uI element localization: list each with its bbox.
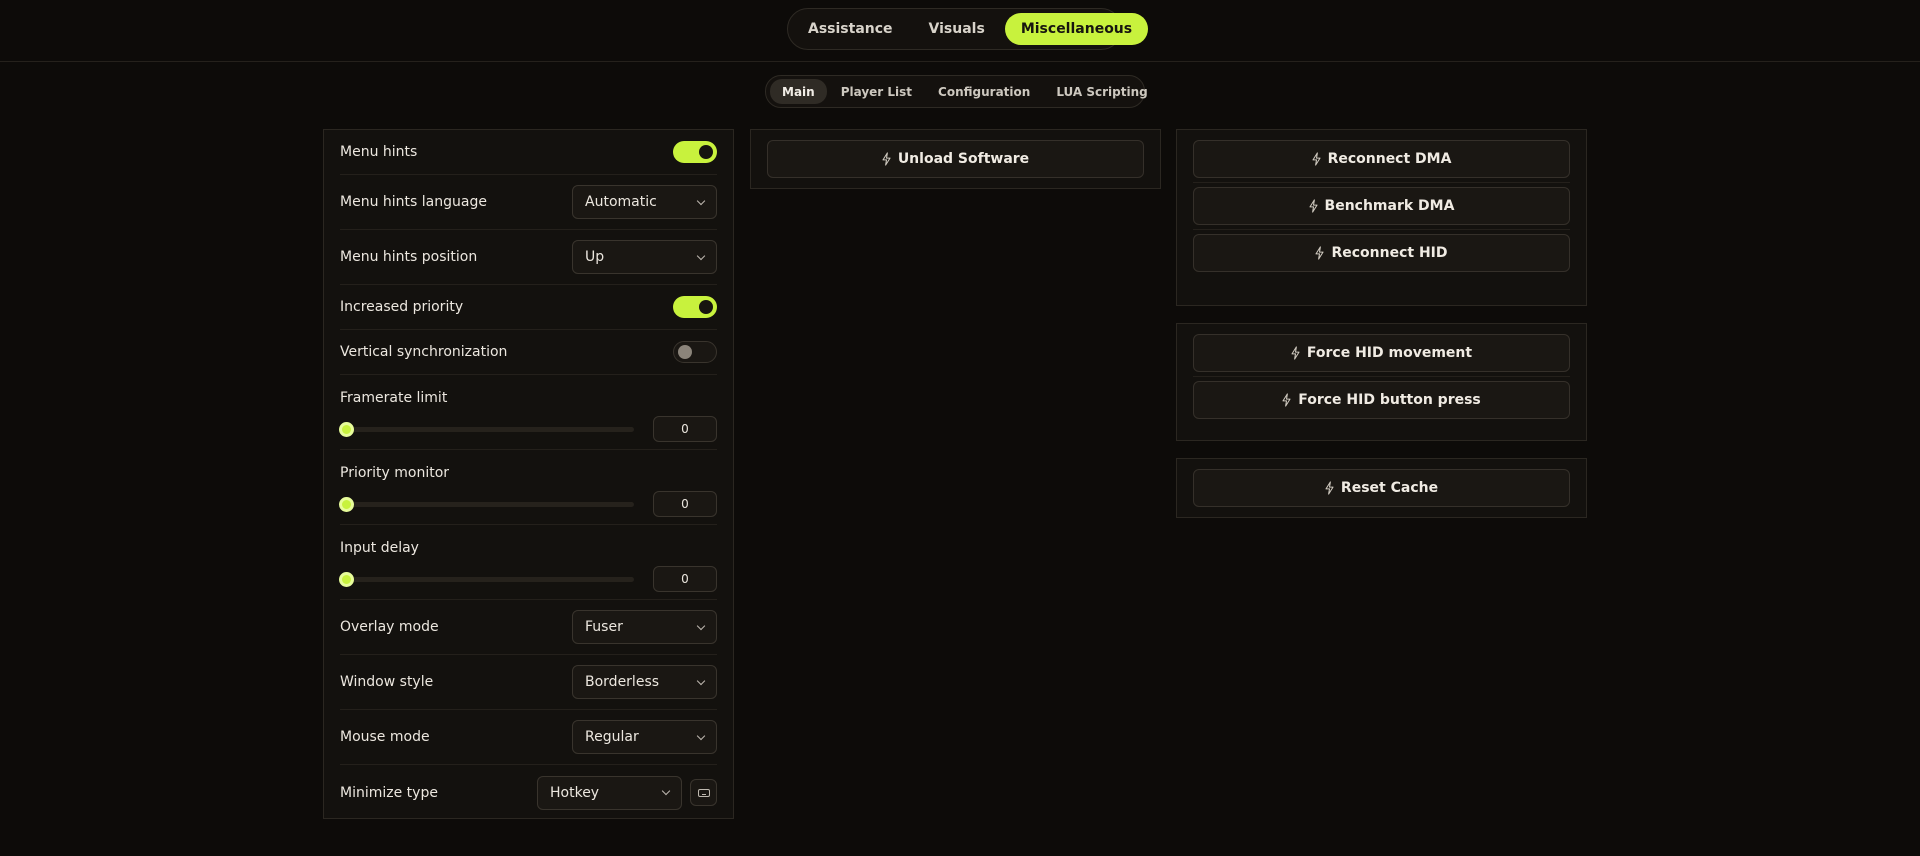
slider-thumb[interactable] bbox=[339, 571, 354, 587]
input-delay-label: Input delay bbox=[340, 540, 419, 556]
chevron-down-icon bbox=[661, 786, 671, 796]
chevron-down-icon bbox=[696, 621, 706, 630]
menu-hints-language-label: Menu hints language bbox=[340, 194, 487, 210]
window-style-label: Window style bbox=[340, 674, 434, 690]
divider bbox=[1193, 229, 1570, 230]
vertical-sync-row: Vertical synchronization bbox=[340, 330, 717, 375]
cache-panel: Reset Cache bbox=[1176, 458, 1587, 518]
connection-panel: Reconnect DMA Benchmark DMA Reconnect HI… bbox=[1176, 129, 1587, 306]
chevron-down-icon bbox=[696, 251, 706, 260]
vertical-sync-label: Vertical synchronization bbox=[340, 344, 508, 360]
framerate-limit-value[interactable]: 0 bbox=[653, 416, 717, 442]
increased-priority-label: Increased priority bbox=[340, 299, 464, 315]
main-tab-bar: Assistance Visuals Miscellaneous bbox=[787, 8, 1149, 50]
subtab-player-list[interactable]: Player List bbox=[829, 79, 924, 104]
bolt-icon bbox=[1312, 152, 1321, 166]
menu-hints-position-select[interactable]: Up bbox=[572, 240, 717, 274]
bolt-icon bbox=[1325, 481, 1334, 495]
subtab-lua-scripting[interactable]: LUA Scripting bbox=[1044, 79, 1159, 104]
reset-cache-button[interactable]: Reset Cache bbox=[1193, 469, 1570, 507]
minimize-type-label: Minimize type bbox=[340, 784, 438, 801]
hotkey-button[interactable] bbox=[690, 779, 717, 806]
menu-hints-row: Menu hints bbox=[340, 130, 717, 175]
force-hid-movement-label: Force HID movement bbox=[1306, 345, 1473, 361]
mouse-mode-select[interactable]: Regular bbox=[572, 720, 717, 754]
force-hid-button-press-label: Force HID button press bbox=[1298, 392, 1481, 408]
reconnect-dma-button[interactable]: Reconnect DMA bbox=[1193, 140, 1570, 178]
subtab-configuration[interactable]: Configuration bbox=[926, 79, 1042, 104]
mouse-mode-row: Mouse mode Regular bbox=[340, 710, 717, 765]
menu-hints-language-select[interactable]: Automatic bbox=[572, 185, 717, 219]
menu-hints-label: Menu hints bbox=[340, 144, 418, 160]
priority-monitor-value[interactable]: 0 bbox=[653, 491, 717, 517]
benchmark-dma-button[interactable]: Benchmark DMA bbox=[1193, 187, 1570, 225]
overlay-mode-row: Overlay mode Fuser bbox=[340, 600, 717, 655]
subtab-main[interactable]: Main bbox=[770, 79, 827, 104]
bolt-icon bbox=[1309, 199, 1318, 213]
input-delay-slider[interactable] bbox=[339, 571, 634, 587]
vertical-sync-toggle[interactable] bbox=[673, 341, 717, 363]
bolt-icon bbox=[1315, 246, 1324, 260]
menu-hints-position-value: Up bbox=[585, 249, 605, 265]
minimize-type-value: Hotkey bbox=[550, 784, 600, 801]
force-hid-movement-button[interactable]: Force HID movement bbox=[1193, 334, 1570, 372]
menu-hints-language-row: Menu hints language Automatic bbox=[340, 175, 717, 230]
divider bbox=[1193, 376, 1570, 377]
priority-monitor-label: Priority monitor bbox=[340, 465, 450, 481]
mouse-mode-label: Mouse mode bbox=[340, 729, 430, 745]
reconnect-hid-button[interactable]: Reconnect HID bbox=[1193, 234, 1570, 272]
input-delay-value[interactable]: 0 bbox=[653, 566, 717, 592]
menu-hints-position-row: Menu hints position Up bbox=[340, 230, 717, 285]
slider-thumb[interactable] bbox=[339, 421, 354, 437]
chevron-down-icon bbox=[696, 196, 706, 205]
menu-hints-position-label: Menu hints position bbox=[340, 249, 478, 265]
overlay-mode-value: Fuser bbox=[585, 619, 623, 635]
menu-hints-language-value: Automatic bbox=[585, 194, 657, 210]
framerate-limit-row: Framerate limit 0 bbox=[339, 375, 717, 450]
framerate-limit-label: Framerate limit bbox=[340, 390, 448, 406]
slider-thumb[interactable] bbox=[339, 496, 354, 512]
input-delay-row: Input delay 0 bbox=[339, 525, 717, 600]
reconnect-dma-label: Reconnect DMA bbox=[1327, 151, 1452, 167]
window-style-value: Borderless bbox=[585, 674, 660, 690]
keyboard-icon bbox=[697, 788, 710, 797]
minimize-type-row: Minimize type Hotkey bbox=[340, 765, 717, 820]
unload-panel: Unload Software bbox=[750, 129, 1161, 189]
tab-miscellaneous[interactable]: Miscellaneous bbox=[1004, 13, 1149, 45]
hid-panel: Force HID movement Force HID button pres… bbox=[1176, 323, 1587, 441]
tab-visuals[interactable]: Visuals bbox=[913, 13, 1001, 45]
priority-monitor-row: Priority monitor 0 bbox=[339, 450, 717, 525]
tab-assistance[interactable]: Assistance bbox=[792, 13, 909, 45]
reset-cache-label: Reset Cache bbox=[1340, 480, 1439, 496]
unload-software-button[interactable]: Unload Software bbox=[767, 140, 1144, 178]
mouse-mode-value: Regular bbox=[585, 729, 639, 745]
settings-panel: Menu hints Menu hints language Automatic… bbox=[323, 129, 734, 819]
benchmark-dma-label: Benchmark DMA bbox=[1324, 198, 1455, 214]
bolt-icon bbox=[1291, 346, 1300, 360]
increased-priority-row: Increased priority bbox=[340, 285, 717, 330]
chevron-down-icon bbox=[696, 731, 706, 740]
chevron-down-icon bbox=[696, 676, 706, 685]
priority-monitor-slider[interactable] bbox=[339, 496, 634, 512]
bolt-icon bbox=[882, 152, 891, 166]
overlay-mode-label: Overlay mode bbox=[340, 619, 439, 635]
menu-hints-toggle[interactable] bbox=[673, 141, 717, 163]
force-hid-button-press-button[interactable]: Force HID button press bbox=[1193, 381, 1570, 419]
increased-priority-toggle[interactable] bbox=[673, 296, 717, 318]
divider bbox=[1193, 182, 1570, 183]
unload-software-label: Unload Software bbox=[897, 151, 1030, 167]
top-bar: Assistance Visuals Miscellaneous bbox=[0, 0, 1920, 62]
window-style-row: Window style Borderless bbox=[340, 655, 717, 710]
framerate-limit-slider[interactable] bbox=[339, 421, 634, 437]
bolt-icon bbox=[1282, 393, 1291, 407]
sub-tab-bar: Main Player List Configuration LUA Scrip… bbox=[765, 75, 1148, 108]
window-style-select[interactable]: Borderless bbox=[572, 665, 717, 699]
overlay-mode-select[interactable]: Fuser bbox=[572, 610, 717, 644]
minimize-type-select[interactable]: Hotkey bbox=[537, 775, 682, 810]
reconnect-hid-label: Reconnect HID bbox=[1331, 245, 1448, 261]
